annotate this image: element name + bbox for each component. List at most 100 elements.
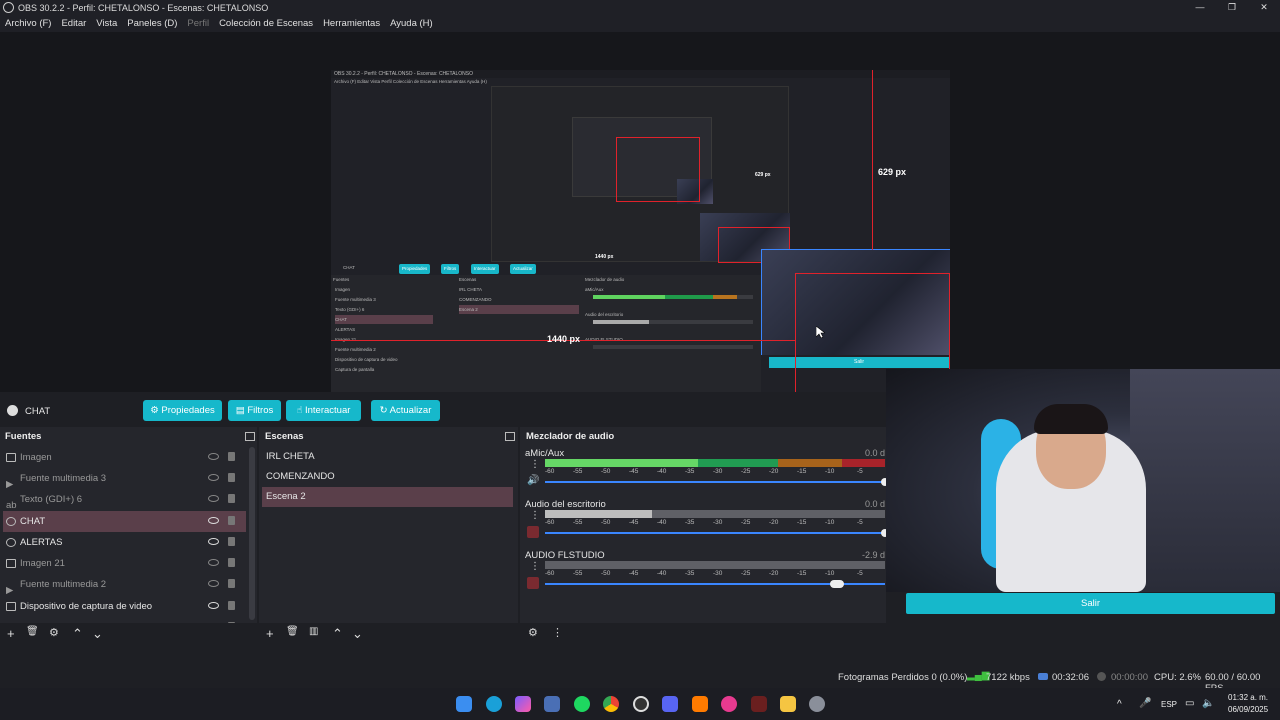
lock-icon[interactable] bbox=[228, 579, 235, 588]
preview-inner-source: CHAT bbox=[343, 265, 355, 270]
hidden-eye-icon[interactable] bbox=[208, 474, 219, 481]
lock-icon[interactable] bbox=[228, 452, 235, 461]
preview-area[interactable]: OBS 30.2.2 - Perfil: CHETALONSO - Escena… bbox=[0, 32, 1280, 419]
lock-icon[interactable] bbox=[228, 494, 235, 503]
meter-segment-dark bbox=[652, 510, 885, 518]
menu-file[interactable]: Archivo (F) bbox=[5, 18, 51, 29]
fader-knob[interactable] bbox=[830, 580, 845, 588]
remove-source-button[interactable]: 🗑 bbox=[26, 626, 39, 637]
menu-help[interactable]: Ayuda (H) bbox=[390, 18, 433, 29]
preview-inner-meter bbox=[593, 295, 753, 299]
source-item[interactable]: ▶ Fuente multimedia 2 bbox=[3, 574, 246, 596]
scene-item[interactable]: COMENZANDO bbox=[262, 467, 513, 487]
interact-button[interactable]: ☝ Interactuar bbox=[286, 400, 361, 421]
source-item[interactable]: Imagen 21 bbox=[3, 553, 246, 574]
kebab-menu-icon[interactable]: ⋮ bbox=[530, 460, 540, 470]
source-item[interactable]: ab Texto (GDI+) 6 bbox=[3, 489, 246, 511]
lock-icon[interactable] bbox=[228, 537, 235, 546]
copilot-icon[interactable] bbox=[515, 696, 531, 712]
windows-start-icon[interactable] bbox=[456, 696, 472, 712]
maximize-button[interactable]: ❐ bbox=[1216, 0, 1248, 15]
volume-icon[interactable]: 🔈 bbox=[1202, 698, 1214, 709]
source-item[interactable]: ▶ Fuente multimedia 3 bbox=[3, 468, 246, 490]
advanced-audio-gear-icon[interactable]: ⚙ bbox=[528, 626, 538, 639]
edge-browser-icon[interactable] bbox=[486, 696, 502, 712]
scene-filters-button[interactable]: ▥ bbox=[309, 626, 318, 637]
volume-fader[interactable] bbox=[545, 529, 889, 537]
preview-canvas[interactable]: OBS 30.2.2 - Perfil: CHETALONSO - Escena… bbox=[331, 70, 950, 419]
scene-item-selected[interactable]: Escena 2 bbox=[262, 487, 513, 507]
mixer-menu-icon[interactable]: ⋮ bbox=[552, 626, 563, 639]
lock-icon[interactable] bbox=[228, 473, 235, 482]
move-scene-up-button[interactable]: ⌃ bbox=[332, 626, 343, 642]
properties-button[interactable]: ⚙ Propiedades bbox=[143, 400, 222, 421]
source-item[interactable]: ALERTAS bbox=[3, 532, 246, 553]
salir-button[interactable]: Salir bbox=[906, 593, 1275, 614]
hidden-eye-icon[interactable] bbox=[208, 453, 219, 460]
hidden-eye-icon[interactable] bbox=[208, 559, 219, 566]
source-item[interactable]: Dispositivo de captura de video bbox=[3, 596, 246, 617]
preview-inner-source-row: Fuente multimedia 2 bbox=[335, 347, 376, 352]
eye-icon[interactable] bbox=[208, 602, 219, 609]
lock-icon[interactable] bbox=[228, 558, 235, 567]
source-item[interactable]: Imagen bbox=[3, 447, 246, 468]
add-source-button[interactable]: + bbox=[7, 626, 15, 641]
keyboard-language[interactable]: ESP bbox=[1161, 700, 1177, 709]
move-source-down-button[interactable]: ⌄ bbox=[92, 626, 103, 642]
microphone-icon[interactable]: 🎤 bbox=[1139, 698, 1151, 709]
menu-scene-collection[interactable]: Colección de Escenas bbox=[219, 18, 313, 29]
source-settings-button[interactable]: ⚙ bbox=[49, 626, 59, 639]
brave-icon[interactable] bbox=[692, 696, 708, 712]
undock-icon[interactable] bbox=[245, 432, 255, 441]
app-icon[interactable] bbox=[721, 696, 737, 712]
refresh-button[interactable]: ↻ Actualizar bbox=[371, 400, 440, 421]
muted-speaker-icon[interactable] bbox=[527, 577, 539, 589]
menu-docks[interactable]: Paneles (D) bbox=[127, 18, 177, 29]
move-source-up-button[interactable]: ⌃ bbox=[72, 626, 83, 642]
discord-icon[interactable] bbox=[662, 696, 678, 712]
eye-icon[interactable] bbox=[208, 517, 219, 524]
file-explorer-icon[interactable] bbox=[780, 696, 796, 712]
lock-icon[interactable] bbox=[228, 601, 235, 610]
mixer-footer: ⚙ ⋮ bbox=[520, 623, 886, 645]
clock-time[interactable]: 01:32 a. m. bbox=[1228, 693, 1268, 702]
remove-scene-button[interactable]: 🗑 bbox=[286, 626, 299, 637]
obs-taskbar-icon[interactable] bbox=[633, 696, 649, 712]
menu-edit[interactable]: Editar bbox=[61, 18, 86, 29]
scenes-dock: Escenas IRL CHETA COMENZANDO Escena 2 + … bbox=[259, 427, 518, 645]
speaker-icon[interactable]: 🔊 bbox=[527, 475, 539, 487]
chrome-icon[interactable] bbox=[603, 696, 619, 712]
settings-gear-icon[interactable] bbox=[809, 696, 825, 712]
undock-icon[interactable] bbox=[505, 432, 515, 441]
kebab-menu-icon[interactable]: ⋮ bbox=[530, 562, 540, 572]
spotify-icon[interactable] bbox=[574, 696, 590, 712]
source-item-selected[interactable]: CHAT bbox=[3, 511, 246, 532]
menu-tools[interactable]: Herramientas bbox=[323, 18, 380, 29]
close-button[interactable]: ✕ bbox=[1248, 0, 1280, 15]
kebab-menu-icon[interactable]: ⋮ bbox=[530, 511, 540, 521]
eye-icon[interactable] bbox=[208, 538, 219, 545]
minimize-button[interactable]: — bbox=[1184, 0, 1216, 15]
hidden-eye-icon[interactable] bbox=[208, 580, 219, 587]
volume-fader[interactable] bbox=[545, 580, 885, 588]
menu-view[interactable]: Vista bbox=[96, 18, 117, 29]
filters-button[interactable]: ▤ Filtros bbox=[228, 400, 281, 421]
muted-speaker-icon[interactable] bbox=[527, 526, 539, 538]
game-icon[interactable] bbox=[751, 696, 767, 712]
meter-segment-green bbox=[545, 459, 698, 467]
network-icon[interactable]: ▭ bbox=[1185, 698, 1194, 709]
hidden-eye-icon[interactable] bbox=[208, 495, 219, 502]
menu-profile[interactable]: Perfil bbox=[187, 18, 209, 29]
add-scene-button[interactable]: + bbox=[266, 626, 274, 641]
track-name: AUDIO FLSTUDIO bbox=[525, 550, 605, 561]
scene-item[interactable]: IRL CHETA bbox=[262, 447, 513, 467]
lock-icon[interactable] bbox=[228, 516, 235, 525]
scale-tick: -45 bbox=[629, 468, 639, 475]
move-scene-down-button[interactable]: ⌄ bbox=[352, 626, 363, 642]
tray-expand-icon[interactable]: ^ bbox=[1117, 699, 1122, 710]
meter-scale: -60 -55 -50 -45 -40 -35 -30 -25 -20 -15 -10 -5 bbox=[545, 468, 885, 476]
sources-scrollbar[interactable] bbox=[249, 447, 255, 620]
volume-fader[interactable] bbox=[545, 478, 889, 486]
app-icon[interactable] bbox=[544, 696, 560, 712]
clock-date[interactable]: 06/09/2025 bbox=[1228, 705, 1268, 714]
